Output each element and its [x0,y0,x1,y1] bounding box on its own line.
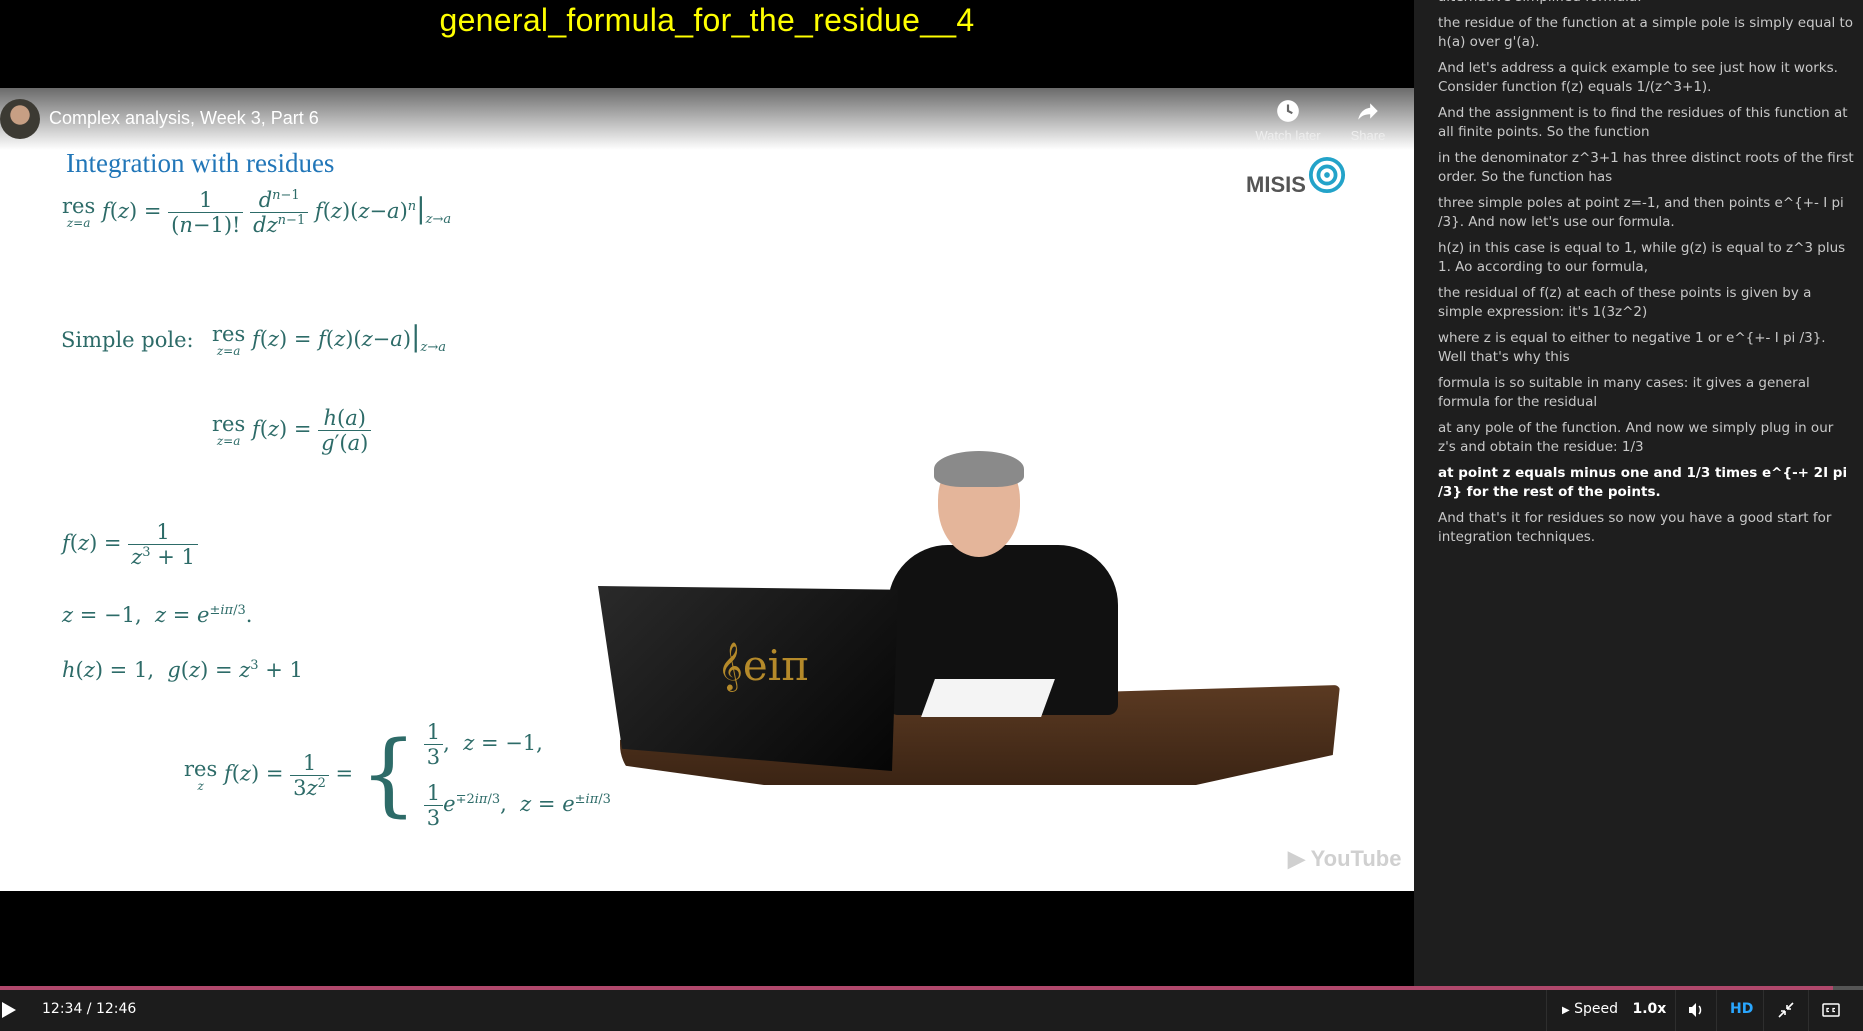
share-button[interactable]: Share [1333,98,1403,143]
speed-label: Speed [1574,1001,1619,1017]
youtube-watermark-text: YouTube [1310,846,1402,871]
slide-heading: Integration with residues [66,148,335,178]
share-arrow-icon [1358,103,1378,120]
misis-logo-text: MISIS [1246,172,1306,197]
transcript-cue[interactable]: three simple poles at point z=-1, and th… [1438,194,1855,232]
transcript-cue[interactable]: the residual of f(z) at each of these po… [1438,284,1855,322]
misis-logo: MISIS [1246,148,1346,198]
watch-later-label: Watch later [1255,128,1321,143]
speed-control[interactable]: ▶ Speed 1.0x [1562,1001,1666,1017]
exit-fullscreen-icon[interactable] [1778,1002,1794,1018]
speed-value: 1.0x [1632,1001,1667,1017]
hd-button[interactable]: HD [1730,1001,1753,1017]
formula-poles: z = −1, z = e±iπ/3. [62,603,253,627]
paper-sheet [921,679,1055,717]
transcript-cue[interactable]: formula is so suitable in many cases: it… [1438,374,1855,412]
video-file-title-text: general_formula_for_the_residue__4 [439,2,975,38]
chevron-right-icon: ▶ [1562,1005,1570,1016]
formula-residue-general: res z=a f(z) = 1 (n−1)! dn−1 dzn−1 f(z)(z−a… [62,188,452,237]
youtube-play-icon: ▶ [1288,846,1305,871]
closed-captions-icon[interactable] [1822,1002,1840,1018]
youtube-watermark[interactable]: ▶ YouTube [1288,846,1401,872]
transcript-cue[interactable]: where z is equal to either to negative 1… [1438,329,1855,367]
play-icon[interactable] [2,1002,16,1018]
video-frame[interactable]: Complex analysis, Week 3, Part 6 Watch l… [0,88,1414,891]
channel-avatar[interactable] [0,99,40,139]
transcript-cue[interactable]: at point z equals minus one and 1/3 time… [1438,464,1855,502]
simple-pole-label: Simple pole: [61,328,194,352]
transcript-cue[interactable]: alternative simplified formula: [1438,0,1855,7]
video-player-app: general_formula_for_the_residue__4 Compl… [0,0,1863,1031]
player-controls: 12:34 / 12:46 ▶ Speed 1.0x HD [0,990,1863,1031]
formula-h-g: h(z) = 1, g(z) = z3 + 1 [62,658,303,682]
misis-logo-icon [1308,156,1346,194]
share-label: Share [1350,128,1386,143]
youtube-video-title[interactable]: Complex analysis, Week 3, Part 6 [49,108,319,129]
transcript-cue[interactable]: at any pole of the function. And now we … [1438,419,1855,457]
transcript-cue[interactable]: And that's it for residues so now you ha… [1438,509,1855,547]
watch-later-button[interactable]: Watch later [1253,98,1323,143]
transcript-cue[interactable]: And let's address a quick example to see… [1438,59,1855,97]
formula-h-over-g: res z=a f(z) = h(a) g′(a) [212,406,372,455]
transcript-panel[interactable]: alternative simplified formula: the resid… [1414,0,1863,986]
formula-simple-pole: res z=a f(z) = f(z)(z−a)|z→a [212,320,446,358]
time-display: 12:34 / 12:46 [42,1001,137,1017]
formula-f-definition: f(z) = 1 z3 + 1 [62,520,198,569]
volume-icon[interactable] [1688,1002,1704,1018]
transcript-cue[interactable]: in the denominator z^3+1 has three disti… [1438,149,1855,187]
laptop-logo: 𝄞eiπ [718,641,809,690]
presenter-scene: 𝄞eiπ [598,451,1340,833]
transcript-cue[interactable]: And the assignment is to find the residu… [1438,104,1855,142]
video-file-title: general_formula_for_the_residue__4 [0,0,1414,88]
formula-result: res z f(z) = 1 3z2 = { 13, z = −1, 1 3 e∓2iπ… [184,720,611,830]
transcript-cue[interactable]: the residue of the function at a simple … [1438,14,1855,52]
clock-icon [1277,100,1299,122]
transcript-cue[interactable]: h(z) in this case is equal to 1, while g… [1438,239,1855,277]
